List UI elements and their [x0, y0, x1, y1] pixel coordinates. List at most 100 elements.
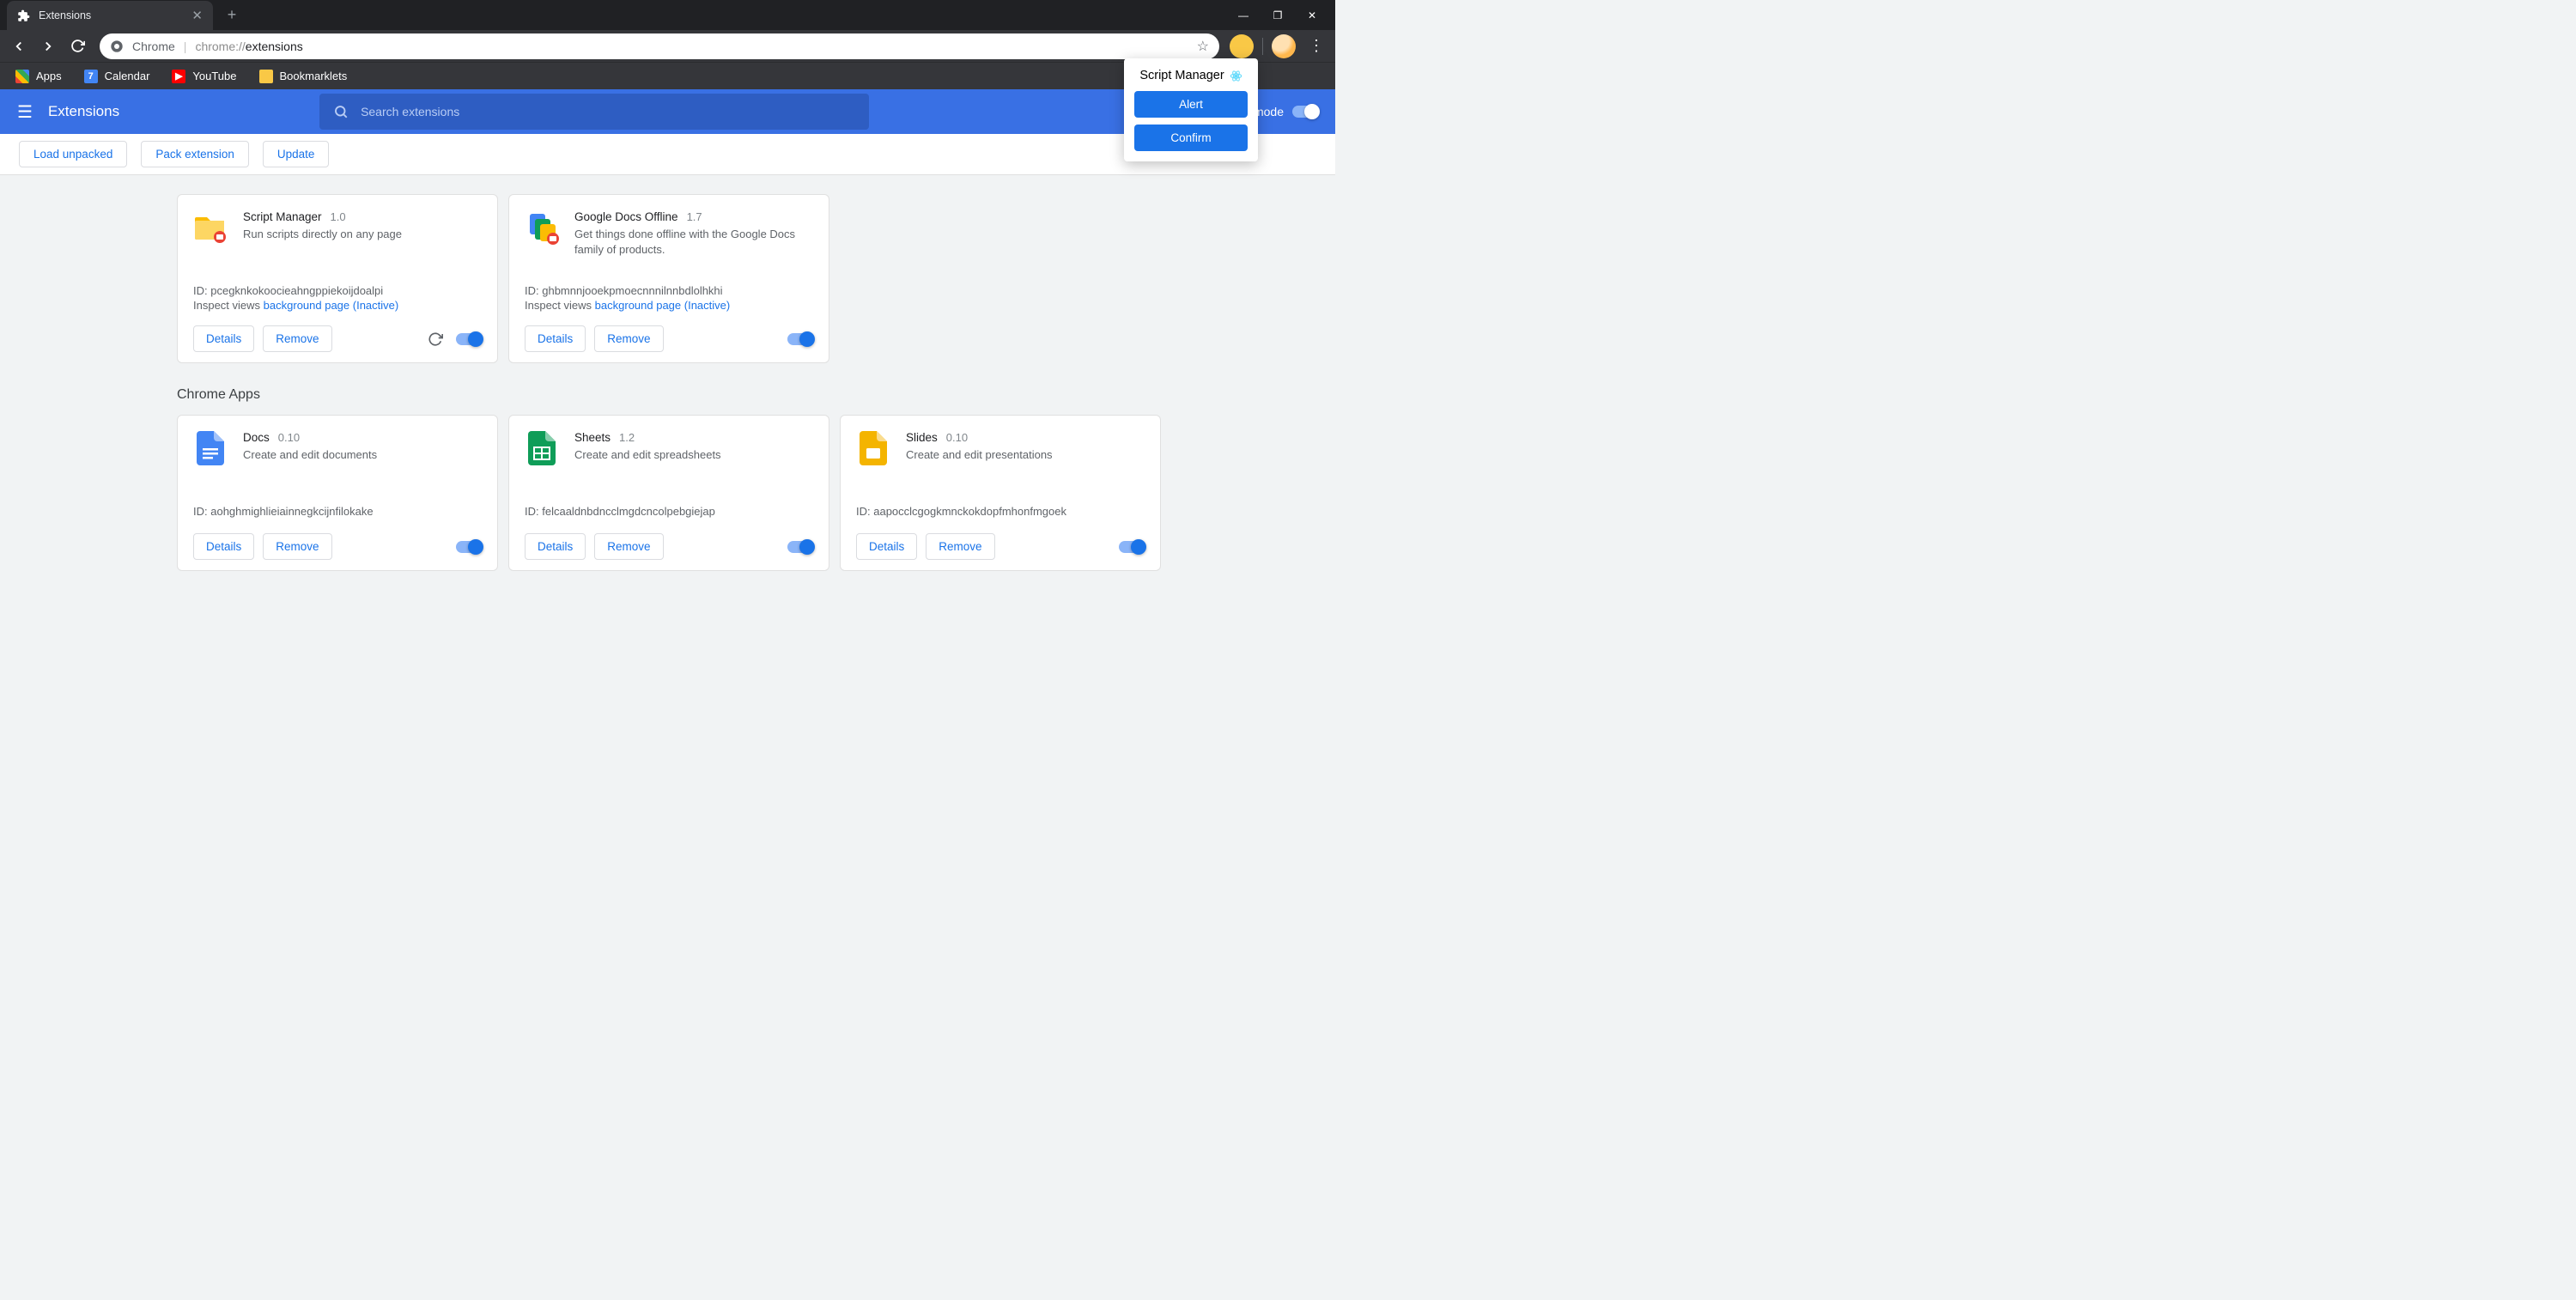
extension-name: Google Docs Offline: [574, 210, 678, 223]
popup-title: Script Manager: [1139, 69, 1224, 82]
extension-description: Get things done offline with the Google …: [574, 227, 813, 258]
back-icon[interactable]: [7, 34, 31, 58]
details-button[interactable]: Details: [525, 533, 586, 560]
search-input[interactable]: [361, 105, 855, 118]
reload-icon[interactable]: [65, 34, 89, 58]
load-unpacked-button[interactable]: Load unpacked: [19, 141, 127, 167]
extension-card: Google Docs Offline 1.7 Get things done …: [508, 194, 829, 363]
bookmark-star-icon[interactable]: ☆: [1197, 38, 1209, 55]
remove-button[interactable]: Remove: [926, 533, 994, 560]
extension-version: 1.0: [331, 210, 346, 223]
profile-avatar[interactable]: [1272, 34, 1296, 58]
extension-id: ID: pcegknkokoocieahngppiekoijdoalpi: [193, 284, 482, 297]
address-bar[interactable]: Chrome | chrome://extensions ☆: [100, 33, 1219, 59]
chrome-icon: [110, 39, 124, 53]
popup-alert-button[interactable]: Alert: [1134, 91, 1248, 118]
bookmark-calendar[interactable]: 7 Calendar: [76, 66, 159, 87]
extension-name: Script Manager: [243, 210, 322, 223]
bookmark-label: Apps: [36, 70, 62, 82]
hamburger-menu-icon[interactable]: ☰: [17, 101, 33, 123]
omnibox-separator: |: [184, 39, 187, 53]
folder-extension-icon[interactable]: [1230, 34, 1254, 58]
enable-toggle[interactable]: [456, 333, 482, 345]
developer-mode-toggle-wrap: mode: [1254, 105, 1318, 118]
inspect-link[interactable]: background page (Inactive): [264, 299, 399, 312]
search-box[interactable]: [319, 94, 869, 130]
calendar-icon: 7: [84, 70, 98, 83]
remove-button[interactable]: Remove: [594, 325, 663, 352]
bookmark-bookmarklets[interactable]: Bookmarklets: [251, 66, 356, 87]
tab-title: Extensions: [39, 9, 91, 21]
app-description: Create and edit presentations: [906, 447, 1053, 463]
apps-row: Docs 0.10 Create and edit documents ID: …: [177, 415, 1316, 571]
app-id: ID: aohghmighlieiainnegkcijnfilokake: [193, 505, 482, 518]
toolbar: Chrome | chrome://extensions ☆ ⋮: [0, 30, 1335, 62]
slides-icon: [856, 431, 890, 465]
remove-button[interactable]: Remove: [263, 325, 331, 352]
maximize-icon[interactable]: ❐: [1272, 9, 1284, 21]
details-button[interactable]: Details: [193, 533, 254, 560]
update-button[interactable]: Update: [263, 141, 330, 167]
section-title: Chrome Apps: [177, 387, 1316, 403]
folder-icon: [259, 70, 273, 83]
omnibox-url: chrome://extensions: [195, 39, 302, 53]
app-id: ID: aapocclcgogkmnckokdopfmhonfmgoek: [856, 505, 1145, 518]
inspect-link[interactable]: background page (Inactive): [595, 299, 731, 312]
bookmark-label: Calendar: [105, 70, 150, 82]
app-card: Slides 0.10 Create and edit presentation…: [840, 415, 1161, 571]
bookmark-youtube[interactable]: ▶YouTube: [163, 66, 245, 87]
window-controls: — ❐ ✕: [1237, 9, 1335, 21]
script-manager-popup: Script Manager Alert Confirm: [1124, 58, 1258, 161]
forward-icon[interactable]: [36, 34, 60, 58]
remove-button[interactable]: Remove: [594, 533, 663, 560]
apps-grid-icon: [15, 70, 29, 83]
app-name: Docs: [243, 431, 270, 444]
sheets-icon: [525, 431, 559, 465]
extension-version: 1.7: [687, 210, 702, 223]
app-card: Docs 0.10 Create and edit documents ID: …: [177, 415, 498, 571]
popup-confirm-button[interactable]: Confirm: [1134, 125, 1248, 151]
app-version: 0.10: [946, 431, 968, 444]
app-name: Slides: [906, 431, 938, 444]
remove-button[interactable]: Remove: [263, 533, 331, 560]
enable-toggle[interactable]: [1119, 541, 1145, 553]
bookmark-apps[interactable]: Apps: [7, 66, 70, 87]
reload-extension-icon[interactable]: [423, 327, 447, 351]
toolbar-divider: [1262, 38, 1263, 55]
app-name: Sheets: [574, 431, 611, 444]
page-title: Extensions: [48, 103, 119, 120]
details-button[interactable]: Details: [856, 533, 917, 560]
youtube-icon: ▶: [172, 70, 185, 83]
details-button[interactable]: Details: [193, 325, 254, 352]
search-icon: [333, 104, 349, 119]
developer-mode-toggle[interactable]: [1292, 106, 1318, 118]
bookmark-label: Bookmarklets: [280, 70, 348, 82]
extension-card: Script Manager 1.0 Run scripts directly …: [177, 194, 498, 363]
extension-description: Run scripts directly on any page: [243, 227, 402, 242]
docs-multi-icon: [525, 210, 559, 245]
new-tab-button[interactable]: +: [220, 3, 244, 27]
app-id: ID: felcaaldnbdncclmgdcncolpebgiejap: [525, 505, 813, 518]
enable-toggle[interactable]: [787, 541, 813, 553]
kebab-menu-icon[interactable]: ⋮: [1304, 34, 1328, 58]
app-version: 0.10: [278, 431, 300, 444]
folder-icon: [193, 210, 228, 245]
toolbar-right: ⋮: [1230, 34, 1328, 58]
app-card: Sheets 1.2 Create and edit spreadsheets …: [508, 415, 829, 571]
inspect-views: Inspect views background page (Inactive): [525, 299, 813, 312]
app-description: Create and edit spreadsheets: [574, 447, 721, 463]
enable-toggle[interactable]: [456, 541, 482, 553]
minimize-icon[interactable]: —: [1237, 9, 1249, 21]
extension-id: ID: ghbmnnjooekpmoecnnnilnnbdlolhkhi: [525, 284, 813, 297]
close-window-icon[interactable]: ✕: [1306, 9, 1318, 21]
docs-icon: [193, 431, 228, 465]
details-button[interactable]: Details: [525, 325, 586, 352]
content: Script Manager 1.0 Run scripts directly …: [0, 175, 1335, 590]
pack-extension-button[interactable]: Pack extension: [141, 141, 249, 167]
developer-mode-label: mode: [1254, 105, 1284, 118]
tab-strip: Extensions ✕ + — ❐ ✕: [0, 0, 1335, 30]
react-icon: [1230, 70, 1242, 82]
close-tab-icon[interactable]: ✕: [191, 8, 203, 23]
browser-tab[interactable]: Extensions ✕: [7, 1, 213, 30]
enable-toggle[interactable]: [787, 333, 813, 345]
